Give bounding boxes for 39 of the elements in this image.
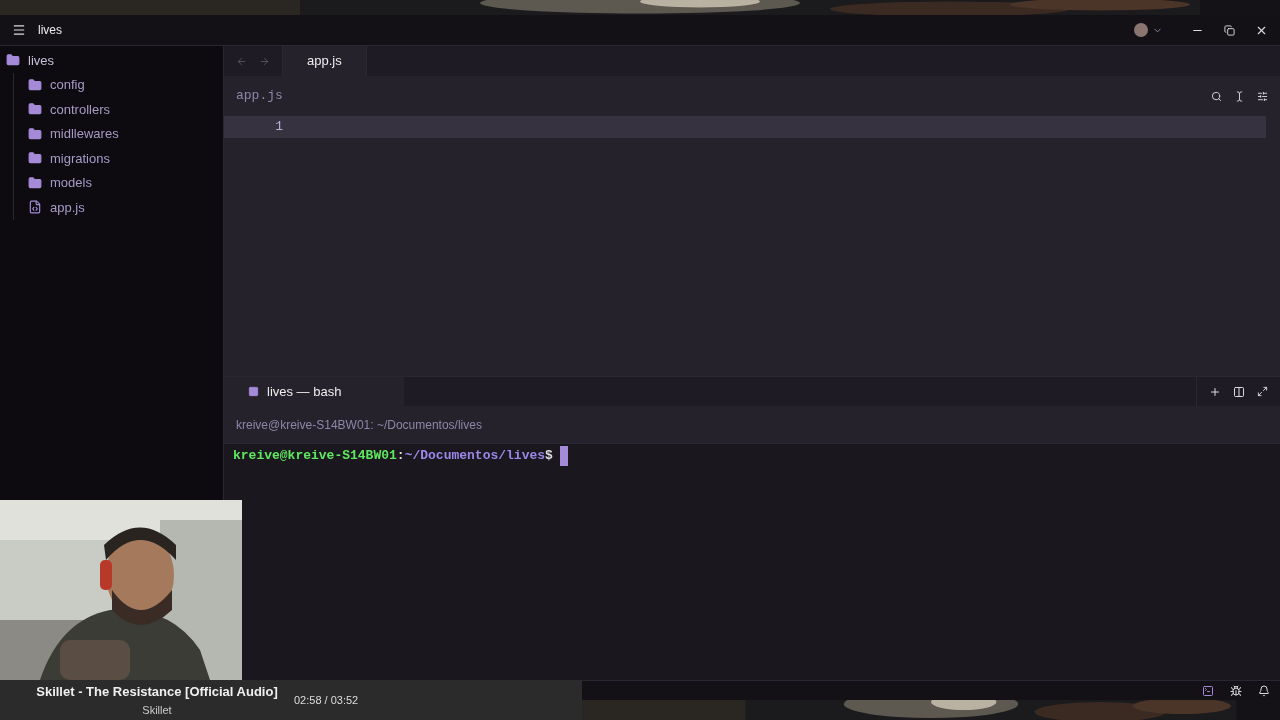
- folder-icon: [28, 126, 42, 141]
- terminal-tab[interactable]: lives — bash: [224, 377, 404, 406]
- track-title: Skillet - The Resistance [Official Audio]: [36, 683, 278, 701]
- prompt-separator: :: [396, 447, 405, 466]
- bell-icon[interactable]: [1258, 684, 1270, 697]
- prompt-path: ~/Documentos/lives: [404, 447, 546, 466]
- breadcrumb: app.js: [236, 87, 283, 106]
- expand-icon[interactable]: [1257, 386, 1268, 397]
- folder-icon: [28, 151, 42, 166]
- prompt-symbol: $: [545, 447, 553, 466]
- restore-button[interactable]: [1224, 24, 1235, 36]
- tree-item[interactable]: app.js: [50, 197, 85, 217]
- tree-item[interactable]: controllers: [50, 99, 110, 119]
- window-title: lives: [38, 22, 62, 39]
- folder-icon: [6, 53, 20, 68]
- search-icon[interactable]: [1211, 90, 1222, 102]
- tree-item[interactable]: midllewares: [50, 124, 119, 144]
- avatar-icon[interactable]: [1134, 23, 1148, 37]
- terminal-title: kreive@kreive-S14BW01: ~/Documentos/lives: [236, 416, 482, 434]
- line-number: 1: [274, 118, 283, 137]
- folder-icon: [28, 102, 42, 117]
- text-cursor-icon[interactable]: [1234, 90, 1245, 102]
- track-artist: Skillet: [142, 702, 172, 718]
- tree-item[interactable]: models: [50, 173, 92, 193]
- tree-item[interactable]: lives: [28, 50, 54, 70]
- bug-icon[interactable]: [1230, 684, 1242, 697]
- editor-tab[interactable]: app.js: [282, 46, 367, 76]
- prompt-user-host: kreive@kreive-S14BW01: [233, 447, 397, 466]
- tree-item[interactable]: config: [50, 75, 85, 95]
- track-time: 02:58 / 03:52: [294, 692, 359, 708]
- sliders-icon[interactable]: [1257, 90, 1268, 102]
- folder-icon: [28, 77, 42, 92]
- text-cursor: [559, 446, 568, 466]
- folder-icon: [28, 175, 42, 190]
- menu-icon[interactable]: [12, 23, 26, 37]
- tree-item[interactable]: migrations: [50, 148, 110, 168]
- add-icon[interactable]: [1209, 385, 1221, 398]
- split-icon[interactable]: [1233, 385, 1245, 398]
- file-icon: [28, 200, 42, 215]
